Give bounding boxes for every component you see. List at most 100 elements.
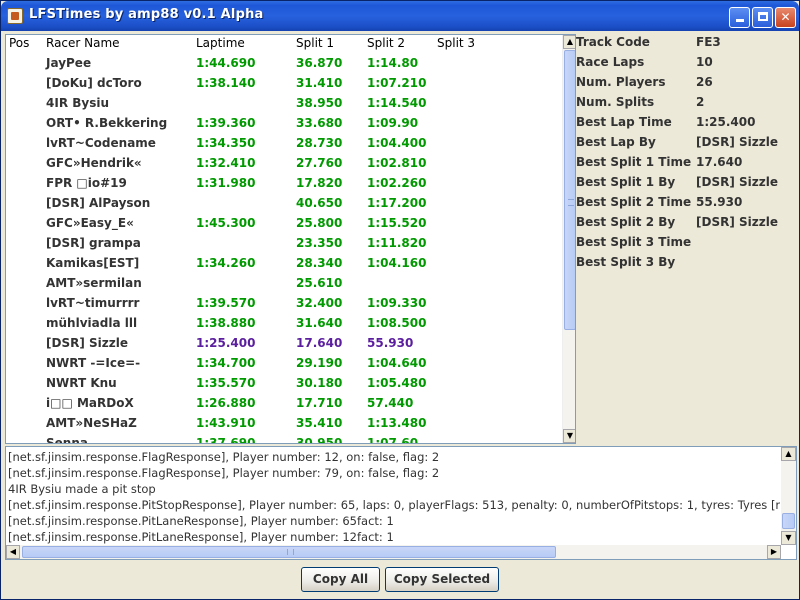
- table-row[interactable]: [DoKu] dcToro 1:38.140 31.410 1:07.210: [6, 73, 562, 93]
- table-row[interactable]: Senna 1:37.690 30.950 1:07.60: [6, 433, 562, 444]
- log-line: [net.sf.jinsim.response.FlagResponse], P…: [8, 466, 440, 480]
- info-value: [DSR] Sizzle: [696, 135, 778, 149]
- split-1-cell: 25.800: [296, 216, 343, 230]
- scroll-down-arrow[interactable]: ▼: [563, 429, 575, 443]
- racer-name-cell: lvRT~timurrrr: [46, 296, 140, 310]
- table-row[interactable]: mühlviadla lll 1:38.880 31.640 1:08.500: [6, 313, 562, 333]
- title-bar[interactable]: LFSTimes by amp88 v0.1 Alpha ✕: [1, 1, 799, 31]
- copy-selected-button[interactable]: Copy Selected: [385, 567, 499, 592]
- split-1-cell: 17.640: [296, 336, 343, 350]
- laptime-cell: 1:39.360: [196, 116, 256, 130]
- table-row[interactable]: [DSR] grampa 23.350 1:11.820: [6, 233, 562, 253]
- laptime-cell: 1:31.980: [196, 176, 256, 190]
- log-text[interactable]: [net.sf.jinsim.response.FlagResponse], P…: [8, 450, 780, 546]
- table-row[interactable]: [DSR] AlPayson 40.650 1:17.200: [6, 193, 562, 213]
- maximize-icon: [757, 12, 768, 21]
- table-row[interactable]: Kamikas[EST] 1:34.260 28.340 1:04.160: [6, 253, 562, 273]
- info-row: Best Split 3 By: [576, 254, 797, 274]
- close-icon: ✕: [780, 10, 791, 24]
- split-1-cell: 27.760: [296, 156, 343, 170]
- table-row[interactable]: AMT»NeSHaZ 1:43.910 35.410 1:13.480: [6, 413, 562, 433]
- close-button[interactable]: ✕: [775, 7, 796, 28]
- info-label: Best Split 1 Time: [576, 155, 692, 169]
- table-row[interactable]: ORT• R.Bekkering 1:39.360 33.680 1:09.90: [6, 113, 562, 133]
- racer-name-cell: JayPee: [46, 56, 92, 70]
- scroll-thumb[interactable]: [564, 50, 575, 330]
- split-1-cell: 32.400: [296, 296, 343, 310]
- split-1-cell: 40.650: [296, 196, 343, 210]
- col-header-laptime[interactable]: Laptime: [196, 36, 245, 50]
- log-horizontal-scrollbar[interactable]: ◀ ▶: [6, 545, 781, 559]
- info-row: Best Split 2 By [DSR] Sizzle: [576, 214, 797, 234]
- split-2-cell: 1:07.60: [367, 436, 419, 444]
- info-label: Best Lap By: [576, 135, 656, 149]
- laptime-cell: 1:38.140: [196, 76, 256, 90]
- copy-all-button[interactable]: Copy All: [301, 567, 380, 592]
- log-line: [net.sf.jinsim.response.FlagResponse], P…: [8, 450, 440, 464]
- laptime-cell: 1:39.570: [196, 296, 256, 310]
- table-row[interactable]: JayPee 1:44.690 36.870 1:14.80: [6, 53, 562, 73]
- info-label: Best Split 3 Time: [576, 235, 692, 249]
- table-row[interactable]: 4IR Bysiu 38.950 1:14.540: [6, 93, 562, 113]
- racer-name-cell: [DSR] AlPayson: [46, 196, 151, 210]
- col-header-racer-name[interactable]: Racer Name: [46, 36, 120, 50]
- scroll-right-arrow[interactable]: ▶: [767, 545, 781, 559]
- racer-name-cell: GFC»Hendrik«: [46, 156, 142, 170]
- info-value: [DSR] Sizzle: [696, 215, 778, 229]
- split-2-cell: 1:04.640: [367, 356, 427, 370]
- scroll-thumb[interactable]: [22, 546, 556, 558]
- split-1-cell: 29.190: [296, 356, 343, 370]
- log-line: [net.sf.jinsim.response.PitLaneResponse]…: [8, 530, 394, 544]
- col-header-split-2[interactable]: Split 2: [367, 36, 405, 50]
- laptime-cell: 1:43.910: [196, 416, 256, 430]
- info-value: 17.640: [696, 155, 743, 169]
- split-2-cell: 1:15.520: [367, 216, 427, 230]
- racer-name-cell: FPR □io#19: [46, 176, 127, 190]
- table-row[interactable]: i□□ MaRDoX 1:26.880 17.710 57.440: [6, 393, 562, 413]
- info-value: 55.930: [696, 195, 743, 209]
- info-label: Best Lap Time: [576, 115, 672, 129]
- col-header-split-1[interactable]: Split 1: [296, 36, 334, 50]
- table-row[interactable]: AMT»sermilan 25.610: [6, 273, 562, 293]
- info-row: Num. Splits 2: [576, 94, 797, 114]
- split-2-cell: 1:09.90: [367, 116, 419, 130]
- split-2-cell: 1:14.540: [367, 96, 427, 110]
- table-row[interactable]: NWRT Knu 1:35.570 30.180 1:05.480: [6, 373, 562, 393]
- split-1-cell: 28.340: [296, 256, 343, 270]
- split-1-cell: 23.350: [296, 236, 343, 250]
- table-row[interactable]: NWRT -=Ice=- 1:34.700 29.190 1:04.640: [6, 353, 562, 373]
- table-row[interactable]: GFC»Easy_E« 1:45.300 25.800 1:15.520: [6, 213, 562, 233]
- scroll-up-arrow[interactable]: ▲: [563, 35, 575, 49]
- racer-name-cell: Kamikas[EST]: [46, 256, 140, 270]
- split-1-cell: 17.820: [296, 176, 343, 190]
- table-vertical-scrollbar[interactable]: ▲ ▼: [562, 35, 575, 443]
- scroll-left-arrow[interactable]: ◀: [6, 545, 20, 559]
- racer-name-cell: Senna: [46, 436, 88, 444]
- table-row[interactable]: lvRT~Codename 1:34.350 28.730 1:04.400: [6, 133, 562, 153]
- info-label: Best Split 2 Time: [576, 195, 692, 209]
- laptime-cell: 1:32.410: [196, 156, 256, 170]
- col-header-pos[interactable]: Pos: [9, 36, 29, 50]
- log-vertical-scrollbar[interactable]: ▲ ▼: [781, 447, 796, 545]
- split-1-cell: 30.950: [296, 436, 343, 444]
- table-row[interactable]: [DSR] Sizzle 1:25.400 17.640 55.930: [6, 333, 562, 353]
- scroll-up-arrow[interactable]: ▲: [781, 447, 796, 461]
- laptime-cell: 1:37.690: [196, 436, 256, 444]
- results-table[interactable]: Pos Racer Name Laptime Split 1 Split 2 S…: [5, 34, 576, 444]
- col-header-split-3[interactable]: Split 3: [437, 36, 475, 50]
- scroll-down-arrow[interactable]: ▼: [781, 531, 796, 545]
- info-row: Num. Players 26: [576, 74, 797, 94]
- scroll-thumb[interactable]: [782, 513, 795, 529]
- maximize-button[interactable]: [752, 7, 773, 28]
- table-row[interactable]: FPR □io#19 1:31.980 17.820 1:02.260: [6, 173, 562, 193]
- info-row: Best Split 1 By [DSR] Sizzle: [576, 174, 797, 194]
- racer-name-cell: [DoKu] dcToro: [46, 76, 142, 90]
- log-area[interactable]: [net.sf.jinsim.response.FlagResponse], P…: [5, 446, 797, 560]
- split-1-cell: 35.410: [296, 416, 343, 430]
- table-row[interactable]: lvRT~timurrrr 1:39.570 32.400 1:09.330: [6, 293, 562, 313]
- app-icon: [7, 8, 23, 24]
- table-row[interactable]: GFC»Hendrik« 1:32.410 27.760 1:02.810: [6, 153, 562, 173]
- minimize-icon: [735, 19, 744, 22]
- info-row: Best Split 1 Time 17.640: [576, 154, 797, 174]
- minimize-button[interactable]: [729, 7, 750, 28]
